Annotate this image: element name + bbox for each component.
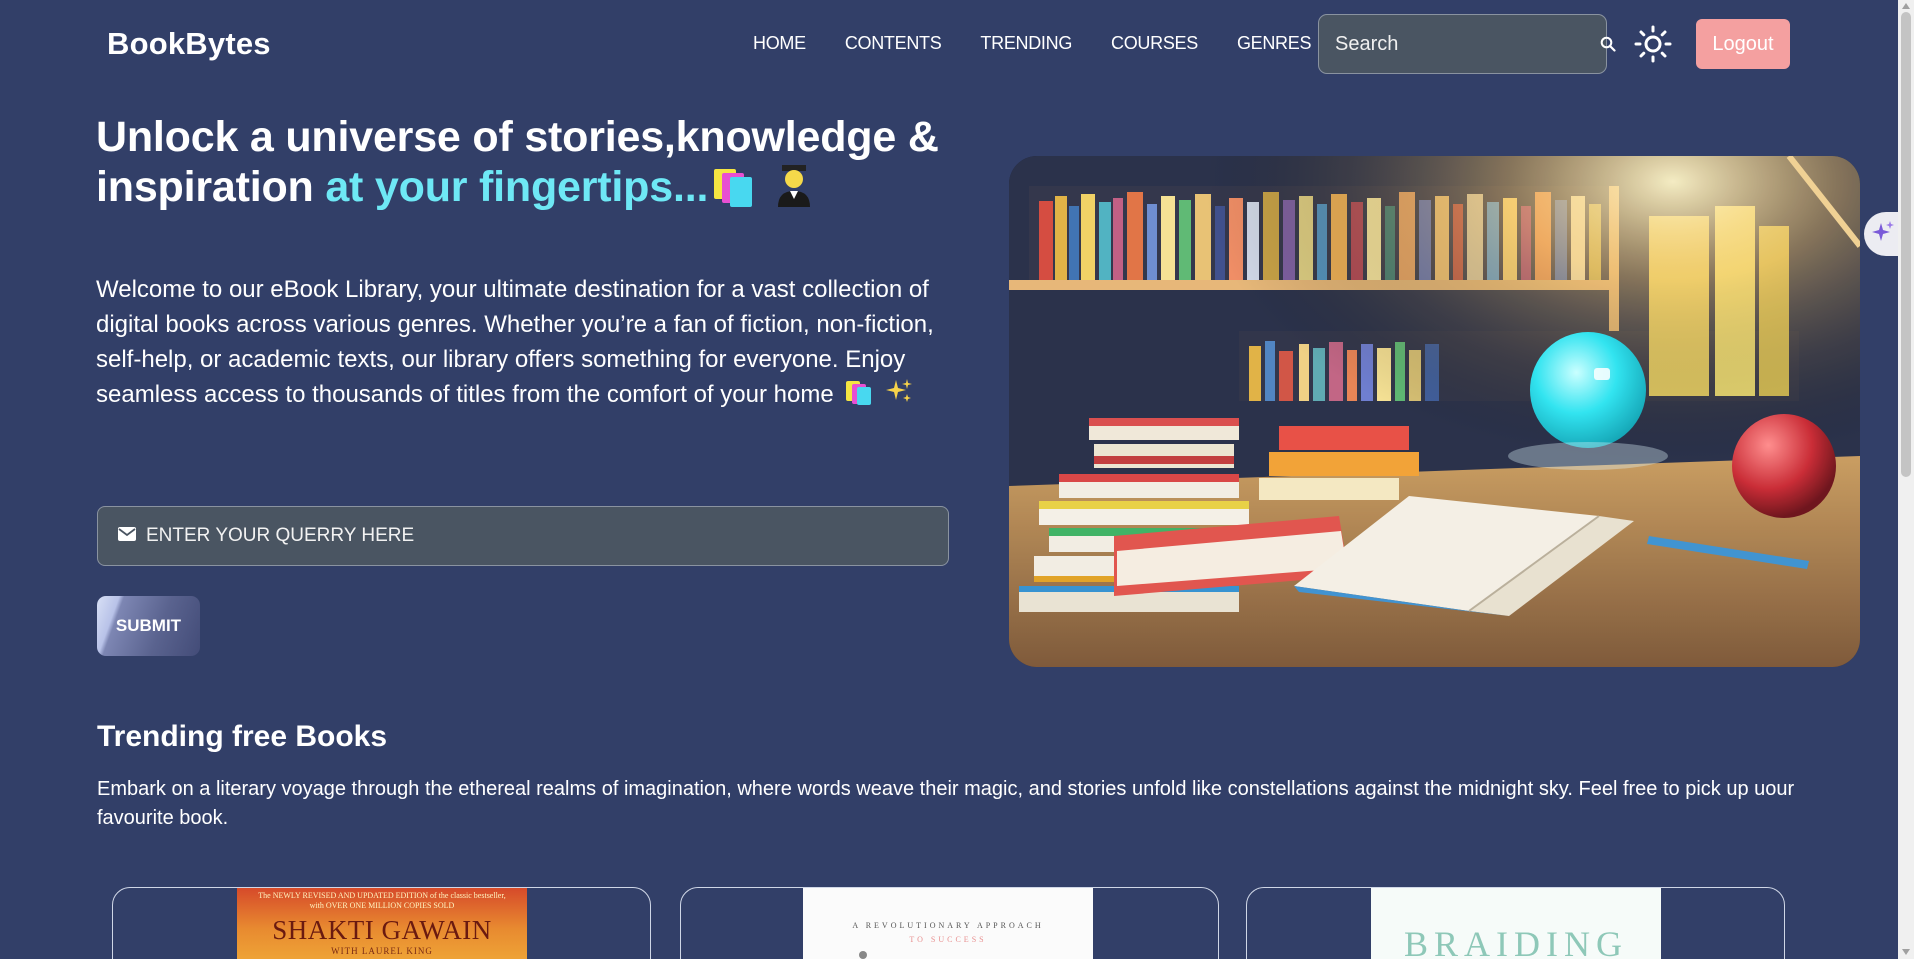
nav-link-courses[interactable]: COURSES [1111,33,1198,54]
scroll-up-arrow-icon[interactable] [1901,2,1911,10]
books-emoji-icon [846,379,874,405]
logout-button[interactable]: Logout [1696,19,1790,69]
scroll-down-arrow-icon[interactable] [1901,948,1911,956]
search-icon[interactable] [1600,35,1616,53]
brand-logo[interactable]: BookBytes [107,26,271,62]
nav-links: HOME CONTENTS TRENDING COURSES GENRES [753,33,1350,54]
hero-library-image [1009,156,1860,667]
book-cover-title: BRAIDING [1404,924,1628,959]
mail-icon [118,526,136,546]
book-cover: The NEWLY REVISED AND UPDATED EDITION of… [237,888,527,959]
search-input[interactable] [1335,32,1600,56]
book-cover-title: TO SUCCESS [909,935,987,944]
hero-title-accent: at your fingertips... [325,163,709,211]
student-emoji-icon [774,163,814,207]
sun-icon[interactable] [1633,24,1673,64]
scrollbar[interactable] [1898,0,1914,959]
ai-sparkle-icon [1871,220,1895,249]
hero-title: Unlock a universe of stories,knowledge &… [96,112,956,212]
nav-link-home[interactable]: HOME [753,33,806,54]
book-cover: A REVOLUTIONARY APPROACH TO SUCCESS [803,888,1093,959]
book-cover-tagline: The NEWLY REVISED AND UPDATED EDITION of… [258,891,506,910]
submit-button[interactable]: SUBMIT [97,596,200,656]
book-cover-subtitle: WITH LAUREL KING [331,946,433,956]
ai-assistant-widget[interactable] [1864,212,1902,256]
search-box [1318,14,1616,74]
hero-description-text: Welcome to our eBook Library, your ultim… [96,276,934,408]
book-cover-tagline: A REVOLUTIONARY APPROACH [852,921,1044,930]
nav-link-contents[interactable]: CONTENTS [845,33,942,54]
figure-icon [859,951,867,959]
trending-description: Embark on a literary voyage through the … [97,778,1795,829]
nav-link-genres[interactable]: GENRES [1237,33,1312,54]
book-card[interactable]: BRAIDING [1246,887,1785,959]
navbar: BookBytes HOME CONTENTS TRENDING COURSES… [0,0,1895,90]
book-cover-author: SHAKTI GAWAIN [272,915,492,945]
query-field [97,506,949,566]
hero-description: Welcome to our eBook Library, your ultim… [96,272,956,415]
book-card[interactable]: A REVOLUTIONARY APPROACH TO SUCCESS [680,887,1219,959]
nav-link-trending[interactable]: TRENDING [980,33,1072,54]
query-input[interactable] [146,525,948,547]
scrollbar-thumb[interactable] [1901,12,1911,477]
trending-title: Trending free Books [97,720,388,753]
sparkles-icon [885,377,913,415]
books-emoji-icon [714,165,758,207]
book-card[interactable]: The NEWLY REVISED AND UPDATED EDITION of… [112,887,651,959]
book-cover: BRAIDING [1371,888,1661,959]
